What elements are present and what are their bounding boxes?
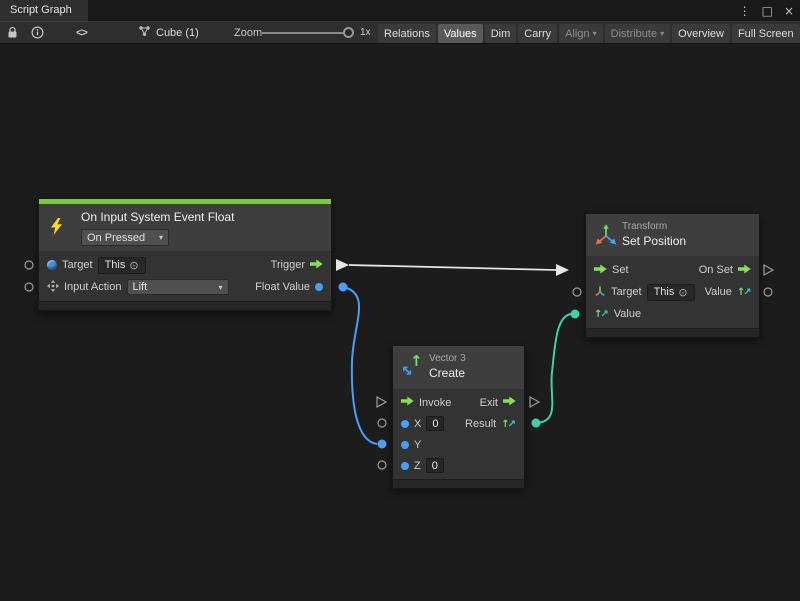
vector3-type-icon: ↑↗ [594, 308, 609, 320]
chevron-down-icon: ▾ [159, 233, 163, 242]
zoom-slider[interactable] [262, 32, 350, 34]
input-action-type-icon [47, 280, 59, 295]
target-object-field[interactable]: This ⊙ [98, 257, 146, 274]
float-type-icon [401, 420, 409, 428]
result-label: Result [465, 418, 496, 430]
graph-target-selector[interactable]: Cube (1) [138, 25, 199, 40]
port-row-target-value: Target This ⊙ Value ↑↗ [586, 281, 759, 303]
distribute-button[interactable]: Distribute▾ [605, 24, 670, 43]
transform-type-icon [594, 285, 606, 300]
flow-arrow-icon [738, 264, 751, 277]
object-field-value: This [654, 286, 675, 298]
window-menu-button[interactable]: ⋮ [739, 4, 751, 18]
vector3-type-icon: ↑↗ [501, 418, 516, 430]
node-transform-set-position[interactable]: Transform Set Position Set On Set Target [585, 213, 760, 338]
chevron-down-icon: ▾ [593, 29, 597, 38]
port-row-y: Y [393, 434, 524, 455]
lightning-icon [50, 218, 63, 238]
dim-button[interactable]: Dim [485, 24, 517, 43]
float-value-label: Float Value [255, 281, 310, 293]
full-screen-button[interactable]: Full Screen [732, 24, 800, 43]
float-type-icon [401, 441, 409, 449]
zoom-value: 1x [360, 27, 371, 38]
object-field-value: This [105, 259, 126, 271]
target-label: Target [62, 259, 93, 271]
node-on-input-system-event-float[interactable]: On Input System Event Float On Pressed ▾… [38, 198, 332, 311]
values-button[interactable]: Values [438, 24, 483, 43]
info-icon[interactable] [31, 26, 44, 39]
on-set-label: On Set [699, 264, 733, 276]
flow-arrow-icon [503, 396, 516, 409]
flow-arrow-icon [310, 259, 323, 272]
zoom-label: Zoom [234, 27, 262, 39]
node-title: Set Position [622, 234, 686, 248]
chevron-down-icon: ▾ [660, 29, 664, 38]
input-action-label: Input Action [64, 281, 122, 293]
vector3-icon: ↑↔ [401, 353, 425, 383]
vector3-type-icon: ↑↗ [737, 286, 752, 298]
close-button[interactable]: × [784, 4, 794, 18]
node-title: Create [429, 366, 465, 380]
port-row-value-in: ↑↗ Value [586, 303, 759, 325]
gameobject-type-icon [47, 260, 57, 270]
flow-arrow-icon [401, 396, 414, 409]
invoke-label: Invoke [419, 397, 451, 409]
float-type-icon [315, 283, 323, 291]
dropdown-value: Lift [133, 281, 148, 293]
float-type-icon [401, 462, 409, 470]
align-button[interactable]: Align▾ [559, 24, 602, 43]
object-picker-icon: ⊙ [678, 286, 687, 299]
script-graph-window: Script Graph ⋮ □ × <> Cube (1) Zoom 1x R… [0, 0, 800, 601]
target-label: Target [611, 286, 642, 298]
node-type-label: Vector 3 [429, 353, 466, 364]
node-footer [586, 328, 759, 337]
x-value-field[interactable]: 0 [426, 416, 444, 431]
value-out-label: Value [705, 286, 732, 298]
code-icon[interactable]: <> [76, 27, 87, 39]
object-picker-icon: ⊙ [129, 259, 138, 272]
port-row-x-result: X 0 Result ↑↗ [393, 413, 524, 434]
z-label: Z [414, 460, 421, 472]
toolbar-buttons: Relations Values Dim Carry Align▾ Distri… [378, 24, 800, 43]
node-footer [393, 479, 524, 488]
lock-icon[interactable] [7, 26, 18, 39]
node-type-label: Transform [622, 221, 667, 232]
zoom-slider-handle[interactable] [343, 27, 354, 38]
node-vector3-create[interactable]: ↑↔ Vector 3 Create Invoke Exit X 0 [392, 345, 525, 489]
graph-toolbar: <> Cube (1) Zoom 1x Relations Values Dim… [0, 21, 800, 44]
dropdown-value: On Pressed [87, 232, 145, 244]
set-label: Set [612, 264, 629, 276]
port-row-target: Target This ⊙ Trigger [39, 254, 331, 276]
port-row-z: Z 0 [393, 455, 524, 476]
target-object-field[interactable]: This ⊙ [647, 284, 695, 301]
x-label: X [414, 418, 421, 430]
graph-target-label: Cube (1) [156, 27, 199, 39]
input-action-dropdown[interactable]: Lift ▾ [127, 279, 229, 295]
transform-icon [595, 223, 617, 250]
exit-label: Exit [480, 397, 498, 409]
tab-label: Script Graph [10, 4, 72, 16]
port-row-input-action: Input Action Lift ▾ Float Value [39, 276, 331, 298]
trigger-label: Trigger [271, 259, 305, 271]
flow-arrow-icon [594, 264, 607, 277]
value-in-label: Value [614, 308, 641, 320]
node-title: On Input System Event Float [81, 210, 234, 224]
y-label: Y [414, 439, 421, 451]
port-row-set-onset: Set On Set [586, 259, 759, 281]
z-value-field[interactable]: 0 [426, 458, 444, 473]
overview-button[interactable]: Overview [672, 24, 730, 43]
title-bar: Script Graph ⋮ □ × [0, 0, 800, 21]
maximize-button[interactable]: □ [762, 4, 773, 18]
chevron-down-icon: ▾ [218, 283, 222, 292]
tab-script-graph[interactable]: Script Graph [0, 0, 88, 21]
port-row-invoke-exit: Invoke Exit [393, 392, 524, 413]
node-footer [39, 301, 331, 310]
relations-button[interactable]: Relations [378, 24, 436, 43]
event-mode-dropdown[interactable]: On Pressed ▾ [81, 229, 169, 246]
carry-button[interactable]: Carry [518, 24, 557, 43]
graph-icon [138, 25, 151, 40]
